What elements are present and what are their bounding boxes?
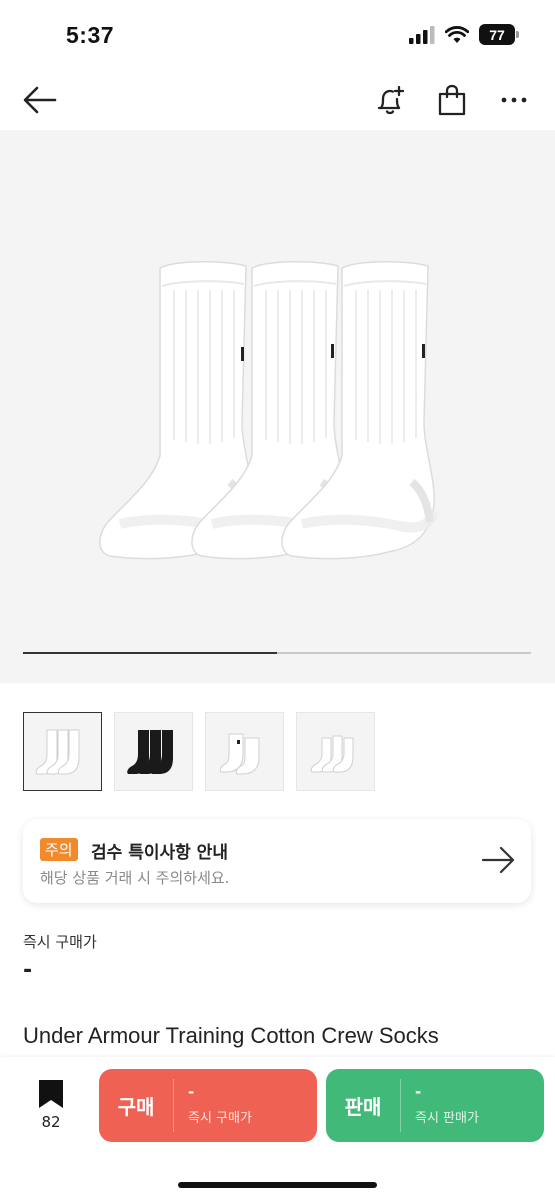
notice-subtitle: 해당 상품 거래 시 주의하세요. xyxy=(40,869,230,887)
status-icons: 77 xyxy=(409,24,519,45)
buy-button[interactable]: 구매 - 즉시 구매가 xyxy=(99,1069,317,1142)
buy-price: - xyxy=(188,1083,195,1101)
nav-bar xyxy=(0,70,555,130)
thumbnail-white-3-pack[interactable] xyxy=(23,712,102,791)
thumbnail-white-quarter-3-pack[interactable] xyxy=(296,712,375,791)
socks-quarter-3-thumbnail xyxy=(310,735,353,772)
bookmark-count: 82 xyxy=(41,1113,61,1131)
thumbnail-white-quarter-2-pack[interactable] xyxy=(205,712,284,791)
wifi-icon xyxy=(445,25,469,43)
product-name: Under Armour Training Cotton Crew Socks xyxy=(23,1023,439,1048)
shopping-bag-icon xyxy=(438,84,466,116)
notice-title: 검수 특이사항 안내 xyxy=(91,843,228,863)
thumbnail-black-3-pack[interactable] xyxy=(114,712,193,791)
bell-plus-icon xyxy=(377,85,405,115)
carousel-progress-fill xyxy=(23,652,277,654)
battery-level: 77 xyxy=(479,24,515,45)
arrow-right-icon xyxy=(481,846,515,874)
inspection-notice-card[interactable]: 주의 검수 특이사항 안내 해당 상품 거래 시 주의하세요. xyxy=(23,819,531,903)
back-arrow-icon xyxy=(23,86,57,114)
sell-price: - xyxy=(415,1083,422,1101)
battery-icon: 77 xyxy=(479,24,519,45)
signal-icon xyxy=(409,25,435,44)
more-button[interactable] xyxy=(492,78,536,122)
notice-badge: 주의 xyxy=(40,838,78,861)
bookmark-button[interactable]: 82 xyxy=(25,1079,77,1135)
shopping-bag-button[interactable] xyxy=(430,78,474,122)
carousel-progress xyxy=(23,652,531,654)
more-icon xyxy=(501,97,527,103)
back-button[interactable] xyxy=(18,78,62,122)
status-time: 5:37 xyxy=(66,22,115,48)
bookmark-icon xyxy=(39,1080,63,1108)
socks-white-thumbnail xyxy=(35,729,79,774)
product-image-carousel[interactable] xyxy=(0,130,555,683)
instant-buy-price-label: 즉시 구매가 xyxy=(23,933,97,951)
status-bar: 5:37 77 xyxy=(0,0,555,70)
product-image-socks xyxy=(0,130,555,650)
sell-label: 판매 xyxy=(344,1095,382,1119)
thumbnail-strip xyxy=(23,712,375,791)
instant-buy-price-value: - xyxy=(23,958,33,983)
sell-button[interactable]: 판매 - 즉시 판매가 xyxy=(326,1069,544,1142)
buy-label: 구매 xyxy=(117,1095,155,1119)
sell-price-label: 즉시 판매가 xyxy=(415,1111,479,1126)
bottom-action-bar: 82 구매 - 즉시 구매가 판매 - 즉시 판매가 xyxy=(0,1057,555,1200)
socks-black-thumbnail xyxy=(126,729,173,774)
buy-price-label: 즉시 구매가 xyxy=(188,1111,252,1126)
socks-quarter-thumbnail xyxy=(219,733,259,774)
home-indicator[interactable] xyxy=(178,1182,377,1188)
notification-button[interactable] xyxy=(368,78,412,122)
